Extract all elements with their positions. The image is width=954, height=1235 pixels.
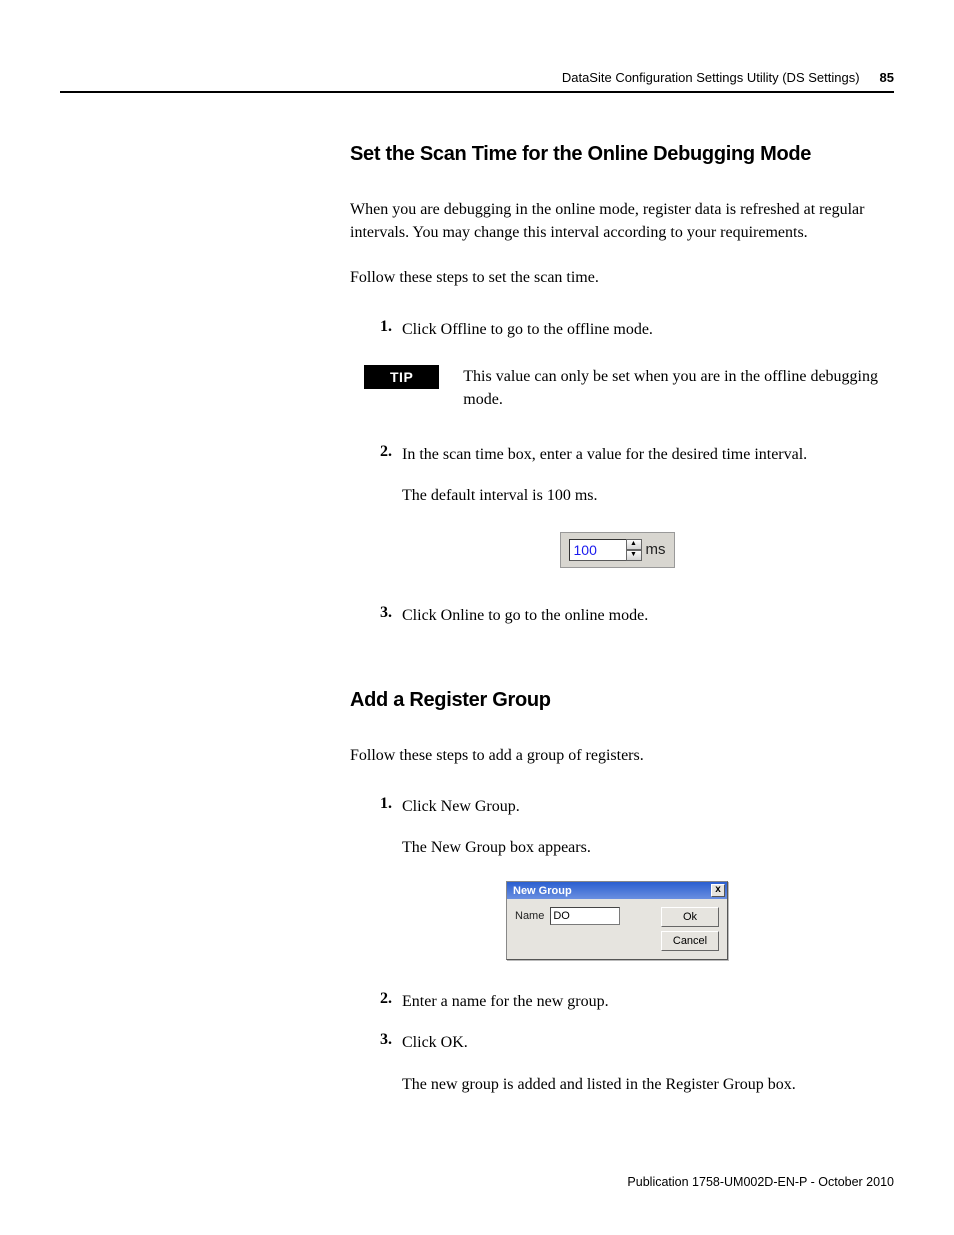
step-text: Click Online to go to the online mode. xyxy=(402,604,648,627)
spinner: ▲ ▼ xyxy=(626,539,642,561)
new-group-dialog: New Group x Name Ok Cancel xyxy=(506,881,728,960)
step-text: Click New Group. xyxy=(402,795,520,818)
step-number: 3. xyxy=(364,604,392,622)
step-text: Click OK. xyxy=(402,1031,468,1054)
intro-paragraph: When you are debugging in the online mod… xyxy=(350,198,884,244)
step-3: 3. Click OK. xyxy=(364,1031,884,1054)
spinner-up-icon[interactable]: ▲ xyxy=(626,539,642,550)
step-number: 2. xyxy=(364,443,392,461)
scan-time-figure: ▲ ▼ ms xyxy=(350,532,884,568)
step-number: 1. xyxy=(364,795,392,813)
step-number: 2. xyxy=(364,990,392,1008)
tip-text: This value can only be set when you are … xyxy=(463,365,884,411)
step-2: 2. In the scan time box, enter a value f… xyxy=(364,443,884,466)
scan-time-control: ▲ ▼ ms xyxy=(560,532,675,568)
spinner-down-icon[interactable]: ▼ xyxy=(626,550,642,561)
step-number: 3. xyxy=(364,1031,392,1049)
close-icon[interactable]: x xyxy=(711,884,725,897)
step-text: In the scan time box, enter a value for … xyxy=(402,443,807,466)
section-heading-scan-time: Set the Scan Time for the Online Debuggi… xyxy=(350,143,884,166)
step-subtext: The New Group box appears. xyxy=(402,836,884,859)
step-text: Click Offline to go to the offline mode. xyxy=(402,318,653,341)
ok-button[interactable]: Ok xyxy=(661,907,719,927)
step-1: 1. Click New Group. xyxy=(364,795,884,818)
header-title: DataSite Configuration Settings Utility … xyxy=(562,70,860,85)
scan-time-unit: ms xyxy=(646,541,666,558)
tip-block: TIP This value can only be set when you … xyxy=(364,365,884,411)
footer-publication: Publication 1758-UM002D-EN-P - October 2… xyxy=(627,1175,894,1189)
step-2: 2. Enter a name for the new group. xyxy=(364,990,884,1013)
cancel-button[interactable]: Cancel xyxy=(661,931,719,951)
section-heading-register-group: Add a Register Group xyxy=(350,689,884,712)
step-number: 1. xyxy=(364,318,392,336)
page-number: 85 xyxy=(880,70,894,85)
lead-paragraph: Follow these steps to add a group of reg… xyxy=(350,744,884,767)
name-input[interactable] xyxy=(550,907,620,925)
tip-badge: TIP xyxy=(364,365,439,389)
step-text: Enter a name for the new group. xyxy=(402,990,609,1013)
step-subtext: The new group is added and listed in the… xyxy=(402,1073,884,1096)
step-subtext: The default interval is 100 ms. xyxy=(402,484,884,507)
step-1: 1. Click Offline to go to the offline mo… xyxy=(364,318,884,341)
new-group-dialog-figure: New Group x Name Ok Cancel xyxy=(350,881,884,960)
lead-paragraph: Follow these steps to set the scan time. xyxy=(350,266,884,289)
dialog-titlebar: New Group x xyxy=(507,882,727,899)
step-3: 3. Click Online to go to the online mode… xyxy=(364,604,884,627)
dialog-title: New Group xyxy=(513,885,572,897)
name-label: Name xyxy=(515,910,544,922)
page-header: DataSite Configuration Settings Utility … xyxy=(60,70,894,93)
scan-time-input[interactable] xyxy=(569,539,627,561)
